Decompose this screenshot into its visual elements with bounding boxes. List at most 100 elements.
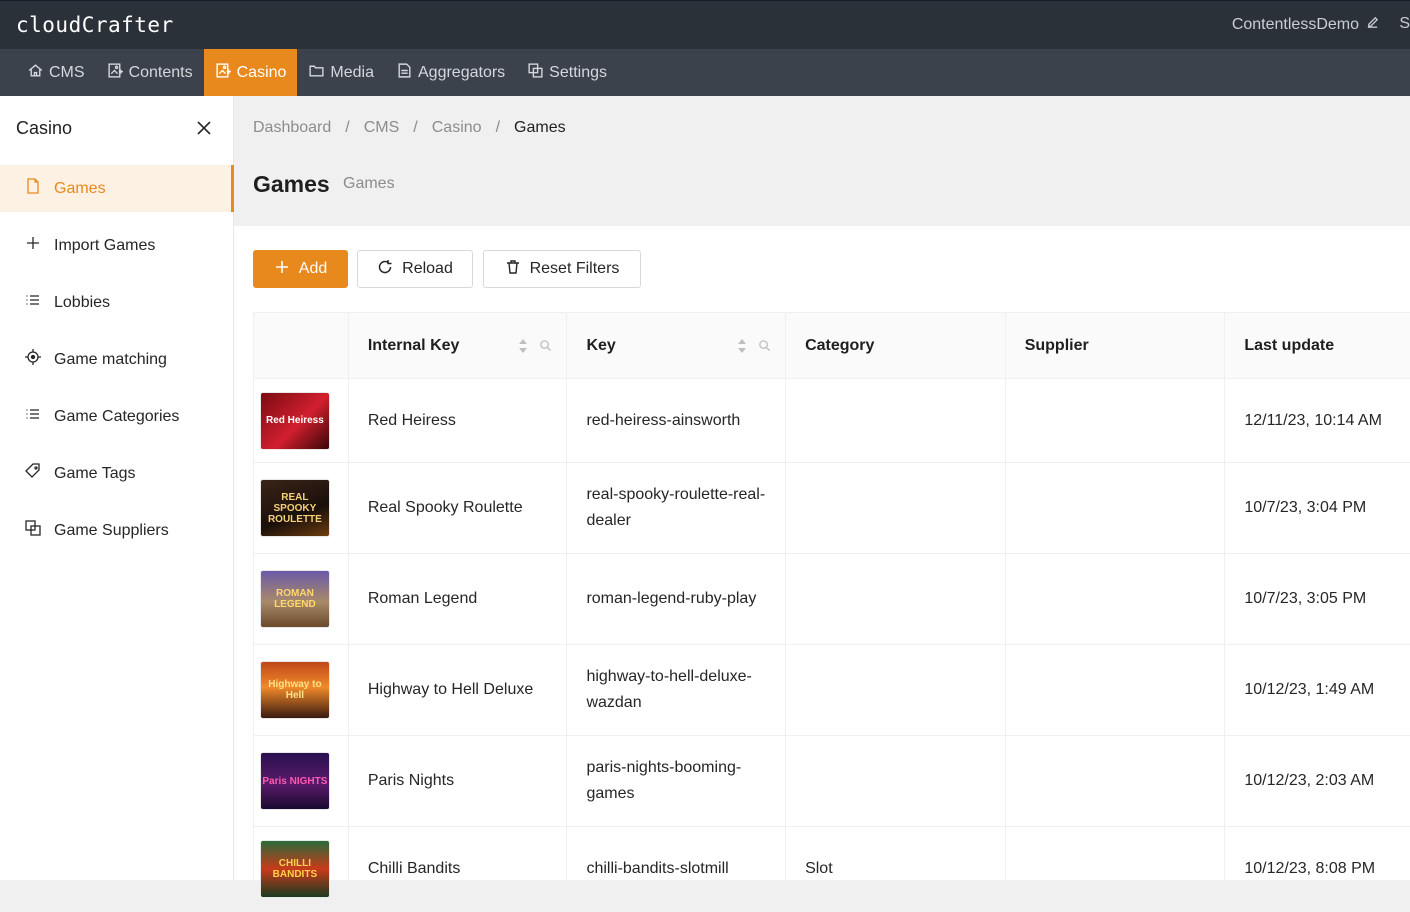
category-cell xyxy=(786,736,1006,826)
last-update-cell: 10/7/23, 3:05 PM xyxy=(1244,590,1367,607)
sidebar-item-games[interactable]: Games xyxy=(0,165,234,212)
internal-key-cell: Paris Nights xyxy=(349,736,568,826)
nav-label: Casino xyxy=(236,63,287,81)
sidebar-item-label: Games xyxy=(54,179,106,197)
close-icon[interactable] xyxy=(194,118,214,138)
reload-button[interactable]: Reload xyxy=(357,250,473,288)
breadcrumb-cms[interactable]: CMS xyxy=(364,119,400,137)
thumbnail-cell: Highway to Hell xyxy=(254,645,349,735)
category-cell xyxy=(786,463,1006,553)
sidebar-item-game-categories[interactable]: Game Categories xyxy=(0,393,234,440)
nav-label: Contents xyxy=(128,63,193,81)
folder-icon xyxy=(308,62,325,84)
tenant-name: ContentlessDemo xyxy=(1231,16,1359,33)
search-icon[interactable] xyxy=(539,339,552,352)
internal-key-cell: Red Heiress xyxy=(349,379,568,462)
document-icon xyxy=(396,62,413,84)
breadcrumb-separator: / xyxy=(495,119,501,136)
sidebar-item-label: Game Tags xyxy=(54,464,136,482)
table-row[interactable]: Paris NIGHTS Paris Nights paris-nights-b… xyxy=(254,736,1410,827)
key-cell: red-heiress-ainsworth xyxy=(567,379,787,462)
column-label: Key xyxy=(586,336,616,354)
nav-label: Settings xyxy=(549,63,607,81)
user-menu[interactable]: S xyxy=(1399,15,1410,33)
tag-icon xyxy=(24,462,42,485)
breadcrumb-separator: / xyxy=(413,119,418,136)
supplier-cell xyxy=(1006,827,1226,910)
key-cell: paris-nights-booming-games xyxy=(567,736,787,826)
sidebar-item-label: Game matching xyxy=(54,350,167,368)
reload-icon xyxy=(377,259,393,280)
sidebar-item-lobbies[interactable]: Lobbies xyxy=(0,279,234,326)
table-row[interactable]: Highway to Hell Highway to Hell Deluxe h… xyxy=(254,645,1410,736)
table-header: Internal Key Key Category Supplier Last … xyxy=(254,313,1410,379)
crosshair-icon xyxy=(24,348,42,371)
thumbnail-cell: ROMAN LEGEND xyxy=(254,554,349,644)
nav-media[interactable]: Media xyxy=(297,49,385,96)
file-image-icon xyxy=(215,62,232,84)
search-icon[interactable] xyxy=(758,339,771,352)
tenant-selector[interactable]: ContentlessDemo xyxy=(1232,15,1380,35)
nav-contents[interactable]: Contents xyxy=(96,49,204,96)
column-header-supplier: Supplier xyxy=(1006,313,1226,378)
layers-icon xyxy=(24,519,42,542)
sort-icon[interactable] xyxy=(737,337,747,355)
sidebar-menu: Games Import Games Lobbies Game matching… xyxy=(0,165,234,564)
column-header-key[interactable]: Key xyxy=(567,313,787,378)
thumbnail-cell: REAL SPOOKY ROULETTE xyxy=(254,463,349,553)
game-thumbnail: ROMAN LEGEND xyxy=(259,570,330,628)
breadcrumb-separator: / xyxy=(345,119,350,136)
reset-filters-button[interactable]: Reset Filters xyxy=(483,250,641,288)
sort-icon[interactable] xyxy=(518,337,528,355)
file-image-icon xyxy=(107,62,124,84)
column-header-category: Category xyxy=(786,313,1006,378)
games-table: Internal Key Key Category Supplier Last … xyxy=(253,312,1410,912)
sidebar-item-label: Game Categories xyxy=(54,407,180,425)
file-icon xyxy=(24,177,42,200)
supplier-cell xyxy=(1006,554,1226,644)
game-thumbnail: CHILLI BANDITS xyxy=(259,839,330,898)
reload-button-label: Reload xyxy=(402,260,453,277)
nav-label: Aggregators xyxy=(418,63,506,81)
app-logo[interactable]: cloudCrafter xyxy=(16,13,174,37)
table-row[interactable]: Red Heiress Red Heiress red-heiress-ains… xyxy=(254,379,1410,463)
page-title: Games xyxy=(253,171,330,197)
category-cell xyxy=(786,554,1006,644)
game-thumbnail-art: Highway to Hell xyxy=(260,662,329,718)
last-update-cell: 10/7/23, 3:04 PM xyxy=(1244,499,1367,516)
reset-filters-label: Reset Filters xyxy=(529,260,620,277)
breadcrumb-dashboard[interactable]: Dashboard xyxy=(253,119,331,137)
sidebar-item-game-matching[interactable]: Game matching xyxy=(0,336,234,383)
nav-aggregators[interactable]: Aggregators xyxy=(385,49,516,96)
column-header-thumbnail xyxy=(254,313,349,378)
supplier-cell xyxy=(1006,736,1226,826)
nav-settings[interactable]: Settings xyxy=(516,49,618,96)
table-row[interactable]: REAL SPOOKY ROULETTE Real Spooky Roulett… xyxy=(254,463,1410,554)
home-icon xyxy=(27,62,44,84)
trash-icon xyxy=(505,259,521,280)
sidebar-item-game-tags[interactable]: Game Tags xyxy=(0,450,234,497)
plus-icon xyxy=(24,234,42,257)
content-panel: Add Reload Reset Filters Internal Key Ke… xyxy=(234,226,1410,912)
last-update-cell: 12/11/23, 10:14 AM xyxy=(1244,411,1382,429)
edit-icon[interactable] xyxy=(1365,15,1380,35)
table-row[interactable]: ROMAN LEGEND Roman Legend roman-legend-r… xyxy=(254,554,1410,645)
key-cell: real-spooky-roulette-real-dealer xyxy=(567,463,787,553)
game-thumbnail-art: Paris NIGHTS xyxy=(260,753,329,809)
column-header-internal-key[interactable]: Internal Key xyxy=(349,313,568,378)
thumbnail-cell: Paris NIGHTS xyxy=(254,736,349,826)
nav-label: Media xyxy=(330,63,374,81)
nav-cms[interactable]: CMS xyxy=(16,49,96,96)
column-header-last-update: Last update xyxy=(1244,336,1335,354)
internal-key-cell: Roman Legend xyxy=(349,554,568,644)
sidebar-item-game-suppliers[interactable]: Game Suppliers xyxy=(0,507,234,554)
breadcrumb-casino[interactable]: Casino xyxy=(432,119,482,137)
add-button[interactable]: Add xyxy=(253,250,348,288)
table-row[interactable]: CHILLI BANDITS Chilli Bandits chilli-ban… xyxy=(254,827,1410,911)
nav-casino[interactable]: Casino xyxy=(203,49,298,96)
game-thumbnail: REAL SPOOKY ROULETTE xyxy=(259,479,330,537)
sidebar-item-import-games[interactable]: Import Games xyxy=(0,222,234,269)
supplier-cell xyxy=(1006,463,1226,553)
game-thumbnail: Red Heiress xyxy=(259,391,330,450)
game-thumbnail: Paris NIGHTS xyxy=(259,752,330,810)
